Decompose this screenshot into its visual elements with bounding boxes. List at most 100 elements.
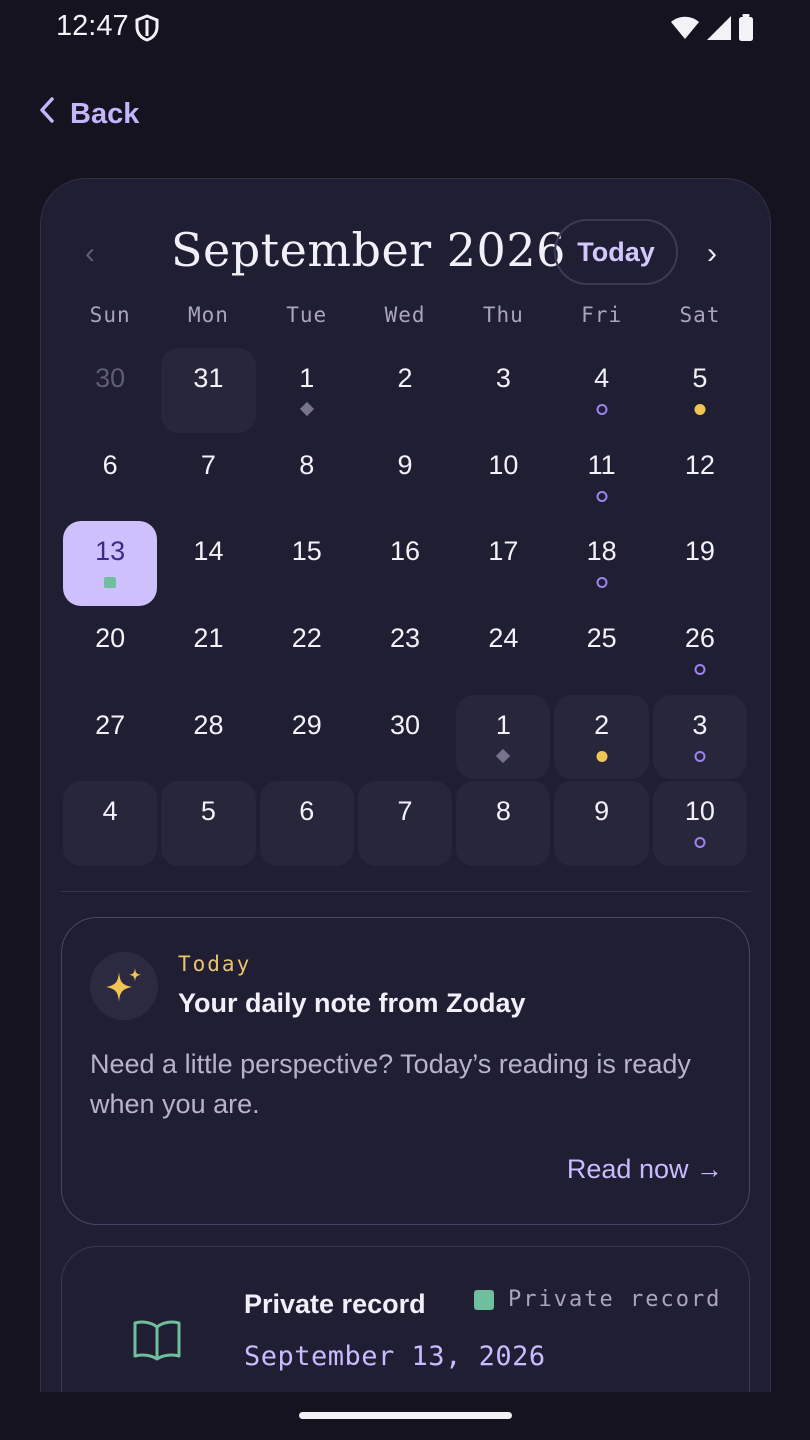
system-icons xyxy=(670,14,754,47)
day-number: 6 xyxy=(299,796,315,827)
day-cell[interactable]: 11 xyxy=(552,434,650,521)
day-number: 26 xyxy=(684,623,715,654)
next-month-button[interactable]: › xyxy=(707,237,717,271)
day-number: 24 xyxy=(488,623,519,654)
day-cell[interactable]: 15 xyxy=(258,520,356,607)
day-cell[interactable]: 7 xyxy=(159,434,257,521)
day-cell[interactable]: 30 xyxy=(61,347,159,434)
day-cell[interactable]: 30 xyxy=(356,694,454,781)
day-number: 2 xyxy=(397,363,413,393)
day-number: 7 xyxy=(397,796,413,827)
today-button[interactable]: Today xyxy=(554,219,678,285)
day-number: 1 xyxy=(495,709,511,740)
back-button[interactable]: Back xyxy=(38,96,139,132)
day-number: 11 xyxy=(587,449,616,480)
day-cell[interactable]: 8 xyxy=(258,434,356,521)
day-number: 25 xyxy=(586,623,617,654)
chevron-left-icon xyxy=(38,96,56,132)
day-marker-dot xyxy=(596,750,608,762)
daily-note-card[interactable]: Today Your daily note from Zoday Need a … xyxy=(61,917,750,1225)
weekday-label: Thu xyxy=(482,303,524,327)
day-number: 7 xyxy=(200,449,216,480)
shield-icon xyxy=(134,14,160,47)
day-cell[interactable]: 19 xyxy=(651,520,749,607)
record-title: Private record xyxy=(244,1289,426,1319)
day-cell[interactable]: 1 xyxy=(258,347,356,434)
wifi-icon xyxy=(670,16,700,45)
day-number: 23 xyxy=(390,623,421,654)
weekday-label: Sun xyxy=(89,303,131,327)
weekday-label: Tue xyxy=(286,303,328,327)
day-cell[interactable]: 18 xyxy=(552,520,650,607)
day-number: 20 xyxy=(95,623,126,654)
day-cell[interactable]: 27 xyxy=(61,694,159,781)
day-cell[interactable]: 31 xyxy=(159,347,257,434)
status-bar: 12:47 xyxy=(0,0,810,56)
day-cell[interactable]: 26 xyxy=(651,607,749,694)
day-marker-ring xyxy=(694,750,706,762)
day-number: 4 xyxy=(102,796,118,827)
note-kicker: Today xyxy=(178,952,252,976)
day-cell[interactable]: 14 xyxy=(159,520,257,607)
prev-month-button[interactable]: ‹ xyxy=(85,237,95,271)
day-cell[interactable]: 24 xyxy=(454,607,552,694)
weekday-header-row: Sun Mon Tue Wed Thu Fri Sat xyxy=(61,303,751,327)
day-cell[interactable]: 4 xyxy=(61,780,159,867)
day-cell[interactable]: 8 xyxy=(454,780,552,867)
home-indicator[interactable] xyxy=(299,1412,512,1419)
day-cell[interactable]: 10 xyxy=(651,780,749,867)
day-cell[interactable]: 3 xyxy=(454,347,552,434)
day-number: 10 xyxy=(488,449,519,480)
day-cell[interactable]: 28 xyxy=(159,694,257,781)
day-cell[interactable]: 9 xyxy=(552,780,650,867)
day-number: 1 xyxy=(299,363,315,393)
day-number: 17 xyxy=(488,536,519,567)
day-number: 9 xyxy=(594,796,610,827)
day-number: 28 xyxy=(193,709,224,740)
day-cell[interactable]: 10 xyxy=(454,434,552,521)
note-body: Need a little perspective? Today’s readi… xyxy=(90,1049,691,1119)
day-cell[interactable]: 22 xyxy=(258,607,356,694)
day-cell[interactable]: 12 xyxy=(651,434,749,521)
day-cell[interactable]: 6 xyxy=(258,780,356,867)
day-cell[interactable]: 5 xyxy=(159,780,257,867)
day-number: 21 xyxy=(193,623,224,654)
record-tag-label: Private record xyxy=(508,1287,722,1312)
day-cell[interactable]: 2 xyxy=(356,347,454,434)
day-cell[interactable]: 20 xyxy=(61,607,159,694)
weekday-label: Sat xyxy=(679,303,721,327)
day-number: 6 xyxy=(102,449,118,480)
day-cell[interactable]: 3 xyxy=(651,694,749,781)
day-cell[interactable]: 29 xyxy=(258,694,356,781)
day-cell[interactable]: 21 xyxy=(159,607,257,694)
day-marker-ring xyxy=(694,837,706,849)
tag-color-swatch xyxy=(474,1289,494,1310)
day-cell[interactable]: 17 xyxy=(454,520,552,607)
day-cell[interactable]: 7 xyxy=(356,780,454,867)
status-time: 12:47 xyxy=(56,10,129,42)
day-number: 3 xyxy=(495,363,511,393)
day-cell-selected[interactable]: 13 xyxy=(61,520,159,607)
day-cell[interactable]: 2 xyxy=(552,694,650,781)
day-number: 14 xyxy=(193,536,224,567)
day-cell[interactable]: 25 xyxy=(552,607,650,694)
weekday-label: Fri xyxy=(581,303,623,327)
open-book-icon xyxy=(132,1319,182,1366)
day-cell[interactable]: 23 xyxy=(356,607,454,694)
divider xyxy=(61,891,751,892)
read-now-link[interactable]: Read now → xyxy=(567,1154,723,1185)
weekday-label: Wed xyxy=(384,303,426,327)
day-cell[interactable]: 5 xyxy=(651,347,749,434)
day-cell[interactable]: 16 xyxy=(356,520,454,607)
day-number: 22 xyxy=(291,623,322,654)
weekday-label: Mon xyxy=(187,303,229,327)
calendar-card: ‹ September 2026 Today › Sun Mon Tue Wed Thu… xyxy=(40,178,771,1440)
day-cell[interactable]: 6 xyxy=(61,434,159,521)
day-number: 29 xyxy=(291,709,322,740)
day-marker-dot xyxy=(694,404,706,415)
day-number: 9 xyxy=(397,449,413,480)
day-number: 16 xyxy=(390,536,421,567)
day-cell[interactable]: 4 xyxy=(552,347,650,434)
day-cell[interactable]: 1 xyxy=(454,694,552,781)
day-cell[interactable]: 9 xyxy=(356,434,454,521)
